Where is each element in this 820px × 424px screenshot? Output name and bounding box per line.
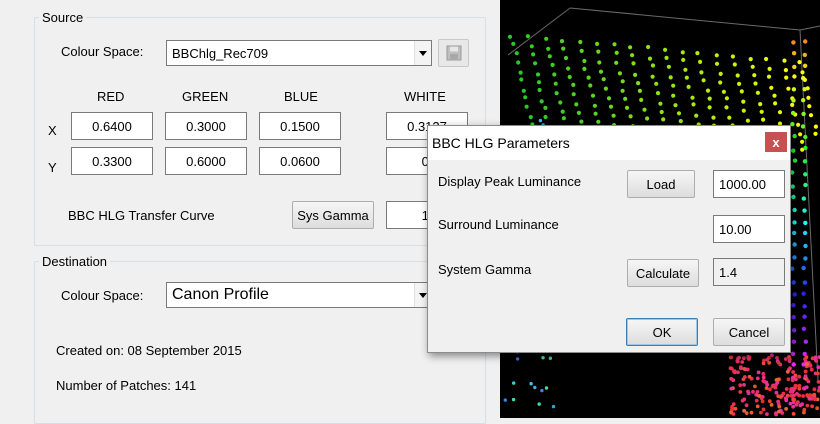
dialog-body: Display Peak Luminance Load 1000.00 Surr… [428,160,790,352]
peak-luminance-field[interactable]: 1000.00 [713,170,785,198]
x-green-field[interactable]: 0.3000 [165,112,247,140]
source-colour-space-label: Colour Space: [61,44,144,59]
ok-button[interactable]: OK [626,318,698,346]
hlg-parameters-dialog: BBC HLG Parameters x Display Peak Lumina… [427,125,791,353]
calculate-button[interactable]: Calculate [627,259,699,287]
destination-legend: Destination [42,254,108,269]
transfer-curve-label: BBC HLG Transfer Curve [68,208,215,223]
main-window: Source Colour Space: BBChlg_Rec709 RED G… [0,0,500,424]
column-blue-header: BLUE [284,89,318,104]
floppy-disk-icon [446,45,461,61]
destination-colour-space-select[interactable]: Canon Profile [166,282,432,308]
close-icon[interactable]: x [765,132,787,152]
peak-luminance-label: Display Peak Luminance [438,174,582,189]
column-white-header: WHITE [404,89,446,104]
save-button[interactable] [438,39,469,67]
chevron-down-icon[interactable] [414,41,431,65]
created-on-text: Created on: 08 September 2015 [56,343,242,358]
x-blue-field[interactable]: 0.1500 [259,112,341,140]
row-y-label: Y [48,160,57,175]
patches-count-text: Number of Patches: 141 [56,378,197,393]
sys-gamma-button[interactable]: Sys Gamma [292,201,374,229]
cancel-button[interactable]: Cancel [713,318,785,346]
surround-luminance-label: Surround Luminance [438,217,559,232]
y-blue-field[interactable]: 0.0600 [259,147,341,175]
y-red-field[interactable]: 0.3300 [71,147,153,175]
source-colour-space-value: BBChlg_Rec709 [172,45,269,61]
destination-group: Destination [34,254,486,424]
source-colour-space-select[interactable]: BBChlg_Rec709 [166,40,432,66]
surround-luminance-field[interactable]: 10.00 [713,215,785,243]
system-gamma-field[interactable]: 1.4 [713,258,785,286]
dialog-title: BBC HLG Parameters [432,135,570,151]
load-button[interactable]: Load [627,170,695,198]
destination-colour-space-label: Colour Space: [61,288,144,303]
system-gamma-label: System Gamma [438,262,532,277]
y-green-field[interactable]: 0.6000 [165,147,247,175]
dialog-title-bar[interactable]: BBC HLG Parameters x [428,126,790,160]
x-red-field[interactable]: 0.6400 [71,112,153,140]
row-x-label: X [48,123,57,138]
column-green-header: GREEN [182,89,229,104]
column-red-header: RED [97,89,125,104]
source-legend: Source [42,10,84,25]
destination-colour-space-value: Canon Profile [172,286,269,303]
